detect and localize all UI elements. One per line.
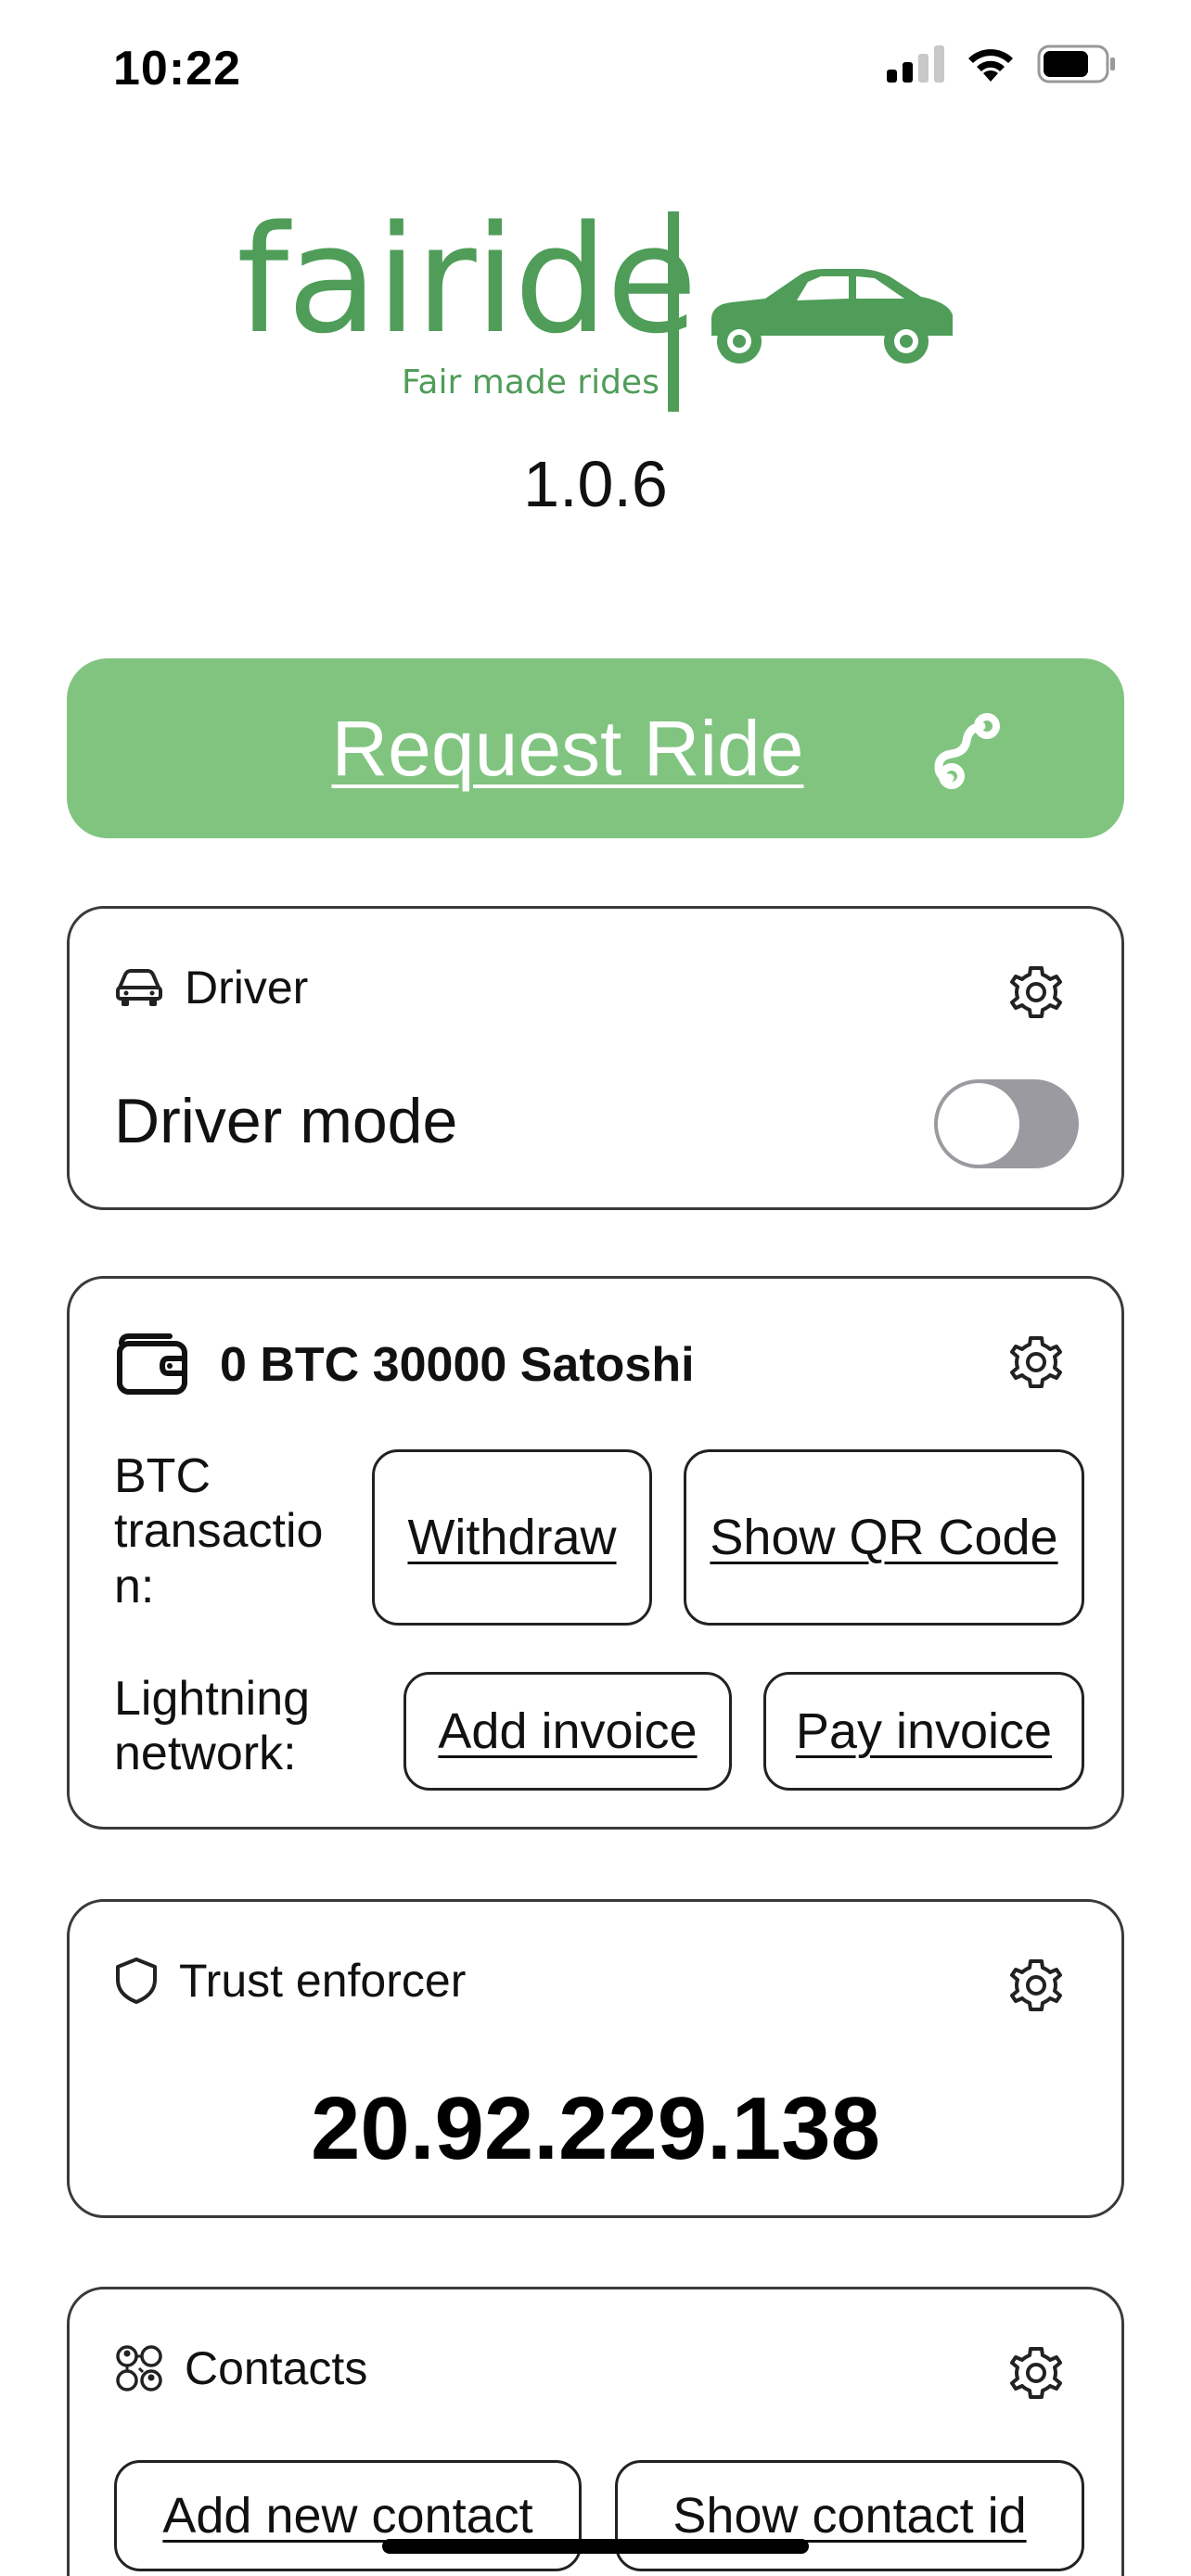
show-qr-code-button[interactable]: Show QR Code bbox=[684, 1449, 1084, 1626]
cellular-signal-icon bbox=[887, 45, 944, 83]
request-ride-button[interactable]: Request Ride bbox=[67, 658, 1124, 838]
contacts-card-header: Contacts bbox=[114, 2341, 367, 2395]
lightning-network-label: Lightning network: bbox=[114, 1672, 311, 1781]
pay-invoice-button[interactable]: Pay invoice bbox=[763, 1672, 1084, 1791]
toggle-knob bbox=[938, 1083, 1019, 1165]
driver-card: Driver Driver mode bbox=[67, 906, 1124, 1210]
home-indicator bbox=[382, 2539, 809, 2554]
wallet-settings-gear-icon[interactable] bbox=[1006, 1333, 1066, 1392]
status-bar: 10:22 bbox=[0, 0, 1191, 139]
logo-divider bbox=[668, 211, 679, 412]
contacts-icon bbox=[116, 2345, 162, 2391]
request-ride-label: Request Ride bbox=[331, 704, 804, 792]
contacts-card-title: Contacts bbox=[185, 2342, 368, 2394]
btc-transaction-label: BTC transactio n: bbox=[114, 1449, 324, 1613]
trust-enforcer-card: Trust enforcer 20.92.229.138 bbox=[67, 1899, 1124, 2218]
car-logo-icon bbox=[711, 269, 953, 363]
wallet-balance: 0 BTC 30000 Satoshi bbox=[220, 1338, 695, 1392]
add-invoice-button[interactable]: Add invoice bbox=[403, 1672, 732, 1791]
logo-tagline: Fair made rides bbox=[402, 363, 660, 402]
withdraw-button[interactable]: Withdraw bbox=[372, 1449, 652, 1626]
trust-card-header: Trust enforcer bbox=[114, 1954, 466, 2008]
driver-card-header: Driver bbox=[114, 961, 308, 1014]
contacts-settings-gear-icon[interactable] bbox=[1006, 2343, 1066, 2403]
route-icon bbox=[934, 713, 1000, 789]
driver-settings-gear-icon[interactable] bbox=[1006, 963, 1066, 1022]
driver-mode-toggle[interactable] bbox=[934, 1079, 1079, 1168]
show-contact-id-button[interactable]: Show contact id bbox=[615, 2460, 1084, 2571]
status-icons bbox=[887, 45, 1117, 83]
add-new-contact-button[interactable]: Add new contact bbox=[114, 2460, 582, 2571]
shield-icon bbox=[116, 1958, 157, 2004]
trust-settings-gear-icon[interactable] bbox=[1006, 1956, 1066, 2015]
wallet-card: 0 BTC 30000 Satoshi BTC transactio n: With… bbox=[67, 1276, 1124, 1830]
driver-mode-label: Driver mode bbox=[114, 1086, 458, 1156]
wallet-card-header: 0 BTC 30000 Satoshi bbox=[114, 1333, 695, 1397]
car-icon bbox=[116, 969, 162, 1006]
fairide-logo: fairide Fair made rides bbox=[237, 206, 960, 419]
app-version: 1.0.6 bbox=[523, 448, 668, 520]
driver-card-title: Driver bbox=[185, 962, 309, 1014]
battery-icon bbox=[1037, 45, 1115, 83]
trust-enforcer-ip: 20.92.229.138 bbox=[311, 2079, 880, 2178]
contacts-card: Contacts Add new contact Show contact id bbox=[67, 2287, 1124, 2576]
logo-wordmark: fairide bbox=[237, 193, 698, 366]
wallet-icon bbox=[117, 1333, 187, 1395]
trust-card-title: Trust enforcer bbox=[179, 1955, 467, 2007]
wifi-icon bbox=[968, 49, 1013, 82]
status-time: 10:22 bbox=[113, 42, 241, 96]
